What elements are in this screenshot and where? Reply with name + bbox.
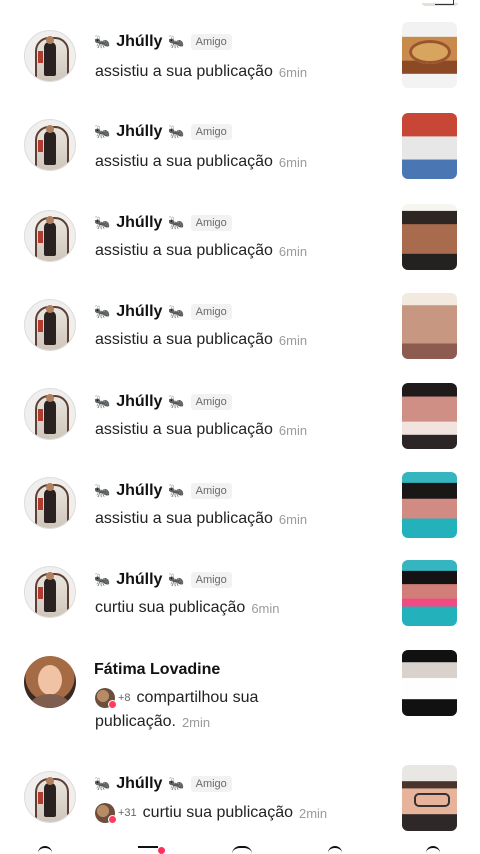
ant-emoji-icon: 🐜	[94, 124, 111, 139]
ant-emoji-icon: 🐜	[168, 776, 185, 791]
user-name[interactable]: Jhúlly	[116, 123, 162, 141]
ant-emoji-icon: 🐜	[168, 304, 185, 319]
notification-row[interactable]: 🐜 Jhúlly 🐜 Amigo assistiu a sua publicaç…	[0, 22, 480, 98]
friend-badge: Amigo	[190, 572, 232, 588]
friend-badge: Amigo	[190, 124, 232, 140]
notification-time: 6min	[278, 64, 308, 80]
notification-time: 6min	[278, 511, 308, 527]
ant-emoji-icon: 🐜	[94, 304, 111, 319]
ant-emoji-icon: 🐜	[94, 34, 111, 49]
ant-emoji-icon: 🐜	[168, 394, 185, 409]
notification-action: compartilhou sua	[136, 689, 259, 706]
ant-emoji-icon: 🐜	[94, 483, 111, 498]
ant-emoji-icon: 🐜	[168, 572, 185, 587]
notification-action: assistiu a sua publicação	[95, 510, 273, 527]
notification-action: assistiu a sua publicação	[95, 331, 273, 348]
ant-emoji-icon: 🐜	[94, 394, 111, 409]
top-thumbnail-sliver	[422, 0, 458, 8]
friend-badge: Amigo	[190, 776, 232, 792]
notification-row[interactable]: 🐜 Jhúlly 🐜 Amigo assistiu a sua publicaç…	[0, 382, 480, 454]
post-thumbnail[interactable]	[402, 765, 457, 831]
notification-row[interactable]: 🐜 Jhúlly 🐜 Amigo assistiu a sua publicaç…	[0, 204, 480, 277]
post-thumbnail[interactable]	[402, 650, 457, 716]
notification-action-continuation: publicação.	[95, 713, 176, 730]
user-name[interactable]: Jhúlly	[116, 775, 162, 793]
ant-emoji-icon: 🐜	[168, 483, 185, 498]
ant-emoji-icon: 🐜	[94, 215, 111, 230]
extra-count: +31	[118, 807, 137, 819]
user-name[interactable]: Jhúlly	[116, 214, 162, 232]
user-avatar[interactable]	[24, 477, 76, 529]
notification-action: curtiu sua publicação	[142, 804, 293, 821]
home-icon[interactable]	[38, 846, 52, 854]
user-name[interactable]: Jhúlly	[116, 33, 162, 51]
notification-row[interactable]: Fátima Lovadine +8 compartilhou sua publ…	[0, 648, 480, 744]
ant-emoji-icon: 🐜	[168, 215, 185, 230]
notification-time: 6min	[278, 422, 308, 438]
ant-emoji-icon: 🐜	[94, 572, 111, 587]
user-avatar[interactable]	[24, 656, 76, 708]
user-avatar[interactable]	[24, 119, 76, 171]
notification-time: 6min	[278, 332, 308, 348]
notification-action: assistiu a sua publicação	[95, 421, 273, 438]
user-avatar[interactable]	[24, 771, 76, 823]
profile-icon[interactable]	[426, 846, 440, 854]
notification-row[interactable]: 🐜 Jhúlly 🐜 Amigo assistiu a sua publicaç…	[0, 471, 480, 543]
user-name[interactable]: Fátima Lovadine	[94, 661, 220, 679]
post-thumbnail[interactable]	[402, 472, 457, 538]
post-thumbnail[interactable]	[402, 113, 457, 179]
notification-action: assistiu a sua publicação	[95, 63, 273, 80]
extra-count: +8	[118, 692, 131, 704]
notification-action: curtiu sua publicação	[95, 599, 246, 616]
mini-avatar-icon	[95, 803, 117, 824]
friend-badge: Amigo	[190, 304, 232, 320]
notification-action: assistiu a sua publicação	[95, 242, 273, 259]
friend-badge: Amigo	[190, 394, 232, 410]
ant-emoji-icon: 🐜	[168, 34, 185, 49]
post-thumbnail[interactable]	[402, 204, 457, 270]
friends-icon[interactable]	[138, 846, 158, 854]
user-avatar[interactable]	[24, 210, 76, 262]
notification-row[interactable]: 🐜 Jhúlly 🐜 Amigo assistiu a sua publicaç…	[0, 113, 480, 187]
user-avatar[interactable]	[24, 299, 76, 351]
post-thumbnail[interactable]	[402, 22, 457, 88]
user-name[interactable]: Jhúlly	[116, 482, 162, 500]
notification-time: 6min	[251, 600, 280, 616]
inbox-icon[interactable]	[328, 846, 342, 854]
user-avatar[interactable]	[24, 388, 76, 440]
user-name[interactable]: Jhúlly	[116, 571, 162, 589]
mini-avatar-icon	[95, 688, 117, 709]
notification-row[interactable]: 🐜 Jhúlly 🐜 Amigo +31 curtiu sua publicaç…	[0, 762, 480, 838]
post-thumbnail[interactable]	[402, 293, 457, 359]
user-avatar[interactable]	[24, 566, 76, 618]
notification-row[interactable]: 🐜 Jhúlly 🐜 Amigo assistiu a sua publicaç…	[0, 293, 480, 366]
friend-badge: Amigo	[190, 483, 232, 499]
notification-dot	[158, 847, 165, 854]
friend-badge: Amigo	[190, 215, 232, 231]
bottom-navigation-peek[interactable]	[0, 844, 480, 854]
notification-time: 2min	[298, 805, 328, 821]
friend-badge: Amigo	[190, 34, 232, 50]
thumbnail-mark	[435, 0, 454, 5]
notification-action: assistiu a sua publicação	[95, 153, 273, 170]
notification-time: 6min	[278, 243, 308, 259]
create-icon[interactable]	[232, 846, 252, 854]
ant-emoji-icon: 🐜	[94, 776, 111, 791]
post-thumbnail[interactable]	[402, 560, 457, 626]
notification-row[interactable]: 🐜 Jhúlly 🐜 Amigo curtiu sua publicação 6…	[0, 560, 480, 632]
user-avatar[interactable]	[24, 30, 76, 82]
post-thumbnail[interactable]	[402, 383, 457, 449]
user-name[interactable]: Jhúlly	[116, 303, 162, 321]
user-name[interactable]: Jhúlly	[116, 393, 162, 411]
notification-time: 2min	[181, 714, 211, 730]
notification-time: 6min	[278, 154, 308, 170]
ant-emoji-icon: 🐜	[168, 124, 185, 139]
